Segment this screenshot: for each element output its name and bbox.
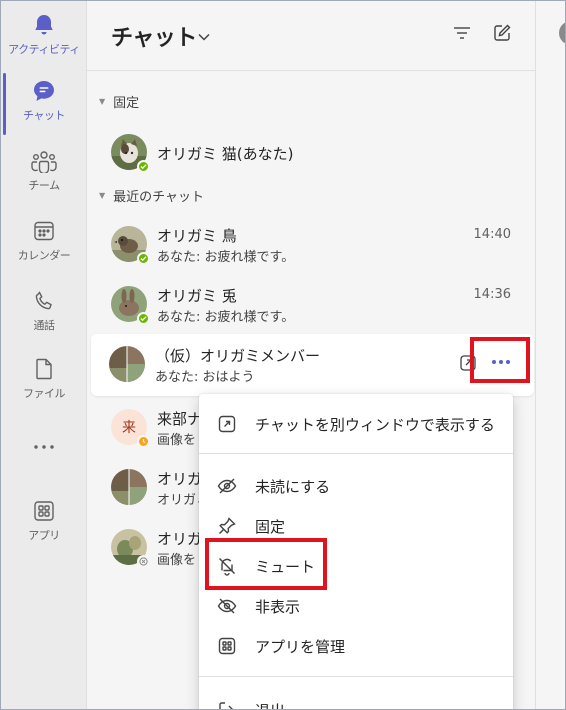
pin-icon [217, 516, 237, 536]
conversation-pane-edge [535, 1, 565, 709]
menu-divider [199, 453, 513, 454]
chat-name: オリガミ 猫(あなた) [157, 145, 294, 163]
new-chat-icon[interactable] [491, 22, 513, 44]
chat-preview: あなた: お疲れ様です。 [157, 250, 295, 265]
menu-item-leave[interactable]: 退出 [199, 690, 513, 709]
rail-item-chat[interactable]: チャット [1, 69, 87, 135]
leave-icon [217, 700, 237, 709]
chat-row-bird[interactable]: オリガミ 鳥 あなた: お疲れ様です。 14:40 [93, 214, 533, 276]
rail-item-apps[interactable]: アプリ [1, 489, 87, 553]
menu-item-pin[interactable]: 固定 [199, 506, 513, 546]
apps-icon [30, 497, 58, 525]
rail-item-label: カレンダー [17, 249, 71, 262]
chat-preview: 画像を [157, 433, 197, 448]
chat-time: 14:36 [473, 287, 511, 302]
menu-item-label: ミュート [255, 558, 316, 576]
popout-icon [217, 414, 237, 434]
app-rail: アクティビティ チャット チーム カレンダー 通話 ファイル アプリ [1, 1, 87, 709]
status-available-icon [137, 160, 150, 173]
collapse-triangle-icon: ▼ [99, 191, 106, 200]
rail-item-label: アクティビティ [8, 43, 80, 56]
mark-unread-icon [217, 476, 237, 496]
chat-name: オリガ [157, 530, 203, 548]
chat-row-self[interactable]: オリガミ 猫(あなた) [93, 122, 533, 184]
bell-icon [30, 11, 58, 39]
chat-name: オリガ [157, 470, 203, 488]
menu-item-hide[interactable]: 非表示 [199, 586, 513, 626]
section-label: 固定 [113, 96, 140, 111]
chat-time: 14:40 [473, 227, 511, 242]
chat-preview: 画像を [157, 553, 197, 568]
more-apps-icon [30, 433, 58, 461]
menu-item-label: 退出 [255, 700, 285, 709]
chat-name: 来部ナ [157, 410, 203, 428]
rail-item-label: チャット [23, 109, 65, 122]
chat-name: オリガミ 兎 [157, 287, 237, 305]
menu-item-label: 非表示 [255, 598, 301, 616]
rail-item-calls[interactable]: 通話 [1, 279, 87, 343]
chat-preview: あなた: お疲れ様です。 [157, 310, 295, 325]
menu-item-mark-unread[interactable]: 未読にする [199, 466, 513, 506]
status-away-icon [137, 435, 150, 448]
rail-item-calendar[interactable]: カレンダー [1, 209, 87, 273]
menu-item-mute[interactable]: ミュート [199, 546, 513, 586]
collapse-triangle-icon: ▼ [99, 97, 106, 106]
rail-item-label: ファイル [23, 387, 66, 400]
apps-icon [217, 636, 237, 656]
avatar-group [111, 469, 147, 505]
mute-bell-icon [217, 556, 237, 576]
recent-section-header[interactable]: ▼ 最近のチャット [99, 186, 204, 205]
rail-item-activity[interactable]: アクティビティ [1, 3, 87, 67]
menu-item-label: 未読にする [255, 478, 331, 496]
hide-eye-icon [217, 596, 237, 616]
chat-name: オリガミ 鳥 [157, 227, 237, 245]
rail-item-label: 通話 [33, 319, 56, 332]
chat-row-group[interactable]: （仮）オリガミメンバー あなた: おはよう [91, 334, 534, 396]
rail-item-teams[interactable]: チーム [1, 139, 87, 203]
calendar-icon [30, 217, 58, 245]
file-icon [30, 355, 58, 383]
chevron-down-icon[interactable] [197, 27, 211, 46]
menu-item-manage-apps[interactable]: アプリを管理 [199, 626, 513, 666]
avatar-initial-text: 来 [122, 420, 136, 436]
page-title[interactable]: チャット [111, 20, 197, 52]
rail-item-files[interactable]: ファイル [1, 347, 87, 411]
menu-item-label: 固定 [255, 518, 286, 536]
more-options-button[interactable] [481, 343, 521, 381]
phone-icon [30, 287, 58, 315]
teams-window: アクティビティ チャット チーム カレンダー 通話 ファイル アプリ チャット … [0, 0, 566, 710]
teams-icon [30, 147, 58, 175]
status-offline-icon [137, 555, 150, 568]
chat-row-rabbit[interactable]: オリガミ 兎 あなた: お疲れ様です。 14:36 [93, 274, 533, 336]
chat-name: （仮）オリガミメンバー [155, 347, 321, 365]
menu-item-label: アプリを管理 [255, 638, 346, 656]
chat-icon [30, 77, 58, 105]
menu-divider [199, 676, 513, 677]
section-label: 最近のチャット [113, 190, 205, 205]
rail-item-label: アプリ [28, 529, 60, 542]
status-available-icon [137, 252, 150, 265]
rail-item-label: チーム [28, 179, 60, 192]
chat-preview: あなた: おはよう [155, 370, 255, 385]
filter-icon[interactable] [451, 22, 473, 44]
more-options-icon [492, 360, 510, 364]
chat-context-menu: チャットを別ウィンドウで表示する 未読にする 固定 ミュート 非表示 アプリを管… [199, 394, 513, 709]
avatar-group [109, 346, 145, 382]
rail-item-more[interactable] [1, 425, 87, 465]
pinned-section-header[interactable]: ▼ 固定 [99, 92, 139, 111]
chat-list-header: チャット [87, 1, 535, 71]
status-available-icon [137, 312, 150, 325]
menu-item-popout[interactable]: チャットを別ウィンドウで表示する [199, 404, 513, 444]
menu-item-label: チャットを別ウィンドウで表示する [255, 416, 495, 434]
popout-icon[interactable] [459, 354, 477, 372]
